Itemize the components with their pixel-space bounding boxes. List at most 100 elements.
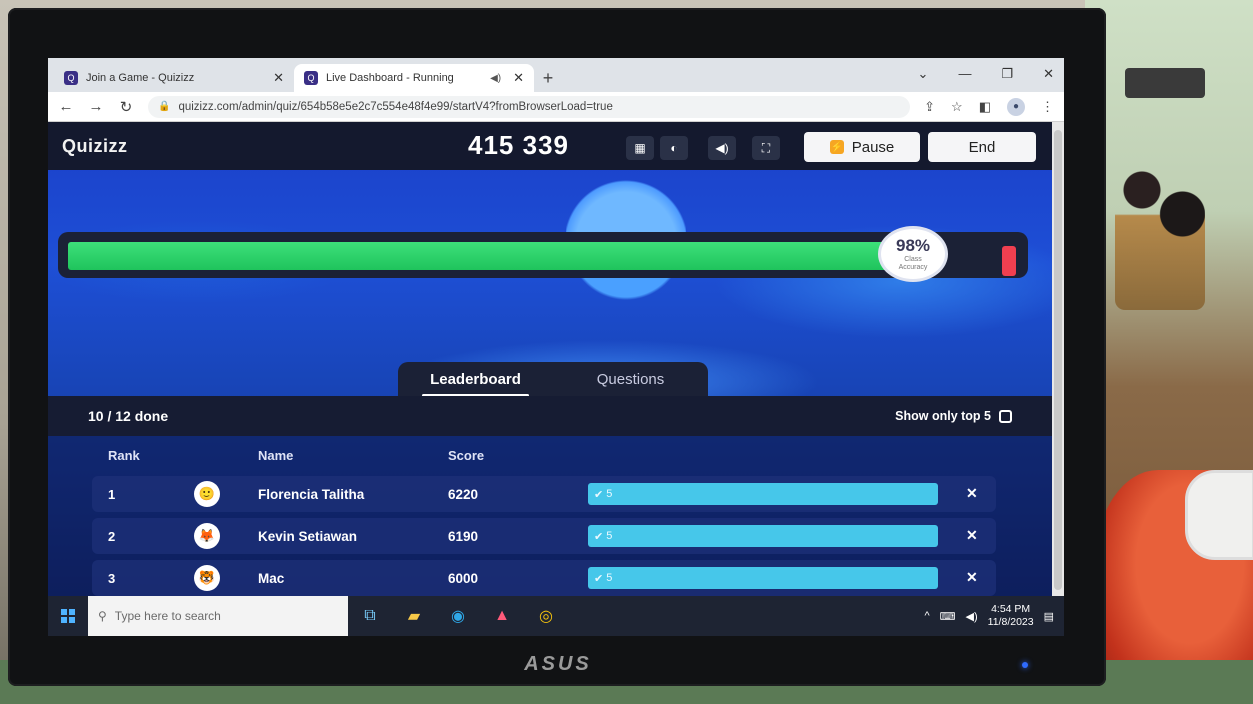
leaderboard-row[interactable]: 1 🙂 Florencia Talitha 6220 ✔ 5 ✕: [92, 476, 996, 512]
monitor-brand-logo: ASUS: [524, 653, 592, 675]
start-button[interactable]: [48, 596, 88, 636]
page-scrollbar[interactable]: [1052, 122, 1064, 596]
window-controls: ⌄ — ❐ ✕: [918, 66, 1054, 82]
task-view-icon[interactable]: ⧉: [348, 596, 392, 636]
player-score: 6220: [448, 487, 479, 502]
speaker-icon[interactable]: ◀): [490, 73, 501, 84]
correct-count: 5: [606, 572, 613, 584]
column-rank: Rank: [108, 448, 140, 463]
classroom-background: [1085, 0, 1253, 704]
back-arrow-icon[interactable]: ←: [58, 98, 74, 115]
students: [1115, 150, 1205, 310]
player-score: 6190: [448, 529, 479, 544]
bookmark-star-icon[interactable]: ☆: [951, 99, 963, 115]
show-top5-checkbox[interactable]: [999, 409, 1012, 423]
clock[interactable]: 4:54 PM 11/8/2023: [988, 603, 1034, 629]
remove-player-icon[interactable]: ✕: [966, 485, 978, 502]
share-icon[interactable]: ⇪: [924, 99, 935, 115]
quizizz-favicon-icon: Q: [304, 71, 318, 85]
sound-icon[interactable]: ◀): [708, 136, 736, 160]
accuracy-caption-2: Accuracy: [898, 264, 928, 271]
lock-icon[interactable]: 🔒: [158, 101, 170, 112]
end-button[interactable]: End: [928, 132, 1036, 162]
copy-icon[interactable]: ▦: [626, 136, 654, 160]
leaderboard-panel: 10 / 12 done Show only top 5 Rank Name S…: [48, 396, 1052, 596]
game-code: 415 339: [468, 130, 569, 160]
tab-join-game[interactable]: Q Join a Game - Quizizz ✕: [54, 64, 294, 92]
restore-icon[interactable]: ❐: [1001, 66, 1013, 82]
search-placeholder: Type here to search: [114, 609, 221, 623]
windows-logo-icon: [61, 609, 75, 623]
tab-live-dashboard[interactable]: Q Live Dashboard - Running ◀) ✕: [294, 64, 534, 92]
address-bar-actions: ⇪ ☆ ◧ ● ⋮: [924, 97, 1054, 116]
row-rank: 2: [108, 529, 116, 544]
tab-search-icon[interactable]: ⌄: [918, 66, 929, 82]
leaderboard-row[interactable]: 2 🦊 Kevin Setiawan 6190 ✔ 5 ✕: [92, 518, 996, 554]
profile-avatar-icon[interactable]: ●: [1007, 97, 1025, 116]
player-score: 6000: [448, 571, 479, 586]
menu-kebab-icon[interactable]: ⋮: [1041, 99, 1054, 115]
leaderboard-row[interactable]: 3 🐯 Mac 6000 ✔ 5 ✕: [92, 560, 996, 596]
side-panel-icon[interactable]: ◧: [979, 99, 991, 115]
tab-label: Live Dashboard - Running: [326, 72, 454, 84]
app-icon[interactable]: ▲: [480, 596, 524, 636]
tab-leaderboard[interactable]: Leaderboard: [398, 371, 553, 397]
taskbar-search[interactable]: ⚲ Type here to search: [88, 596, 348, 636]
tray-chevron-icon[interactable]: ^: [924, 610, 929, 622]
class-accuracy-badge: 98% Class Accuracy: [878, 226, 948, 282]
column-name: Name: [258, 448, 294, 463]
pause-button[interactable]: ⚡ Pause: [804, 132, 920, 162]
row-rank: 1: [108, 487, 116, 502]
fullscreen-icon[interactable]: ⛶: [752, 136, 780, 160]
close-window-icon[interactable]: ✕: [1043, 66, 1054, 82]
column-score: Score: [448, 448, 485, 463]
accuracy-caption-1: Class: [904, 256, 922, 263]
power-led: [1022, 662, 1028, 668]
url-text: quizizz.com/admin/quiz/654b58e5e2c7c554e…: [178, 100, 613, 113]
quizizz-favicon-icon: Q: [64, 71, 78, 85]
reload-icon[interactable]: ↻: [118, 98, 134, 116]
network-icon[interactable]: ⌨: [940, 610, 956, 623]
tab-questions[interactable]: Questions: [553, 371, 708, 388]
incorrect-progress-fill: [1002, 246, 1016, 276]
answer-progress-bar: ✔ 5: [588, 525, 938, 547]
answer-progress-bar: ✔ 5: [588, 483, 938, 505]
edge-icon[interactable]: ◉: [436, 596, 480, 636]
clock-date: 11/8/2023: [987, 616, 1034, 628]
browser-tab-bar: Q Join a Game - Quizizz ✕ Q Live Dashboa…: [48, 58, 1064, 92]
windows-taskbar: ⚲ Type here to search ⧉ ▰ ◉ ▲ ◎ ^ ⌨ ◀) 4…: [48, 596, 1064, 636]
forward-arrow-icon[interactable]: →: [88, 98, 104, 115]
player-avatar-icon: 🙂: [194, 481, 220, 507]
correct-count: 5: [606, 530, 613, 542]
scrollbar-thumb[interactable]: [1054, 130, 1062, 590]
player-avatar-icon: 🦊: [194, 523, 220, 549]
palette-icon[interactable]: ◐: [660, 136, 688, 160]
player-name: Florencia Talitha: [258, 487, 365, 502]
volume-icon[interactable]: ◀): [966, 610, 978, 623]
quizizz-logo: Quizizz: [62, 136, 128, 156]
accuracy-value: 98%: [895, 236, 931, 255]
show-top5-toggle[interactable]: Show only top 5: [895, 409, 1012, 423]
correct-count: 5: [606, 488, 613, 500]
plastic-cup: [1185, 470, 1253, 560]
correct-check-icon: ✔: [594, 572, 604, 585]
player-avatar-icon: 🐯: [194, 565, 220, 591]
close-tab-icon[interactable]: ✕: [513, 70, 524, 86]
minimize-icon[interactable]: —: [958, 66, 971, 82]
screen: Q Join a Game - Quizizz ✕ Q Live Dashboa…: [48, 58, 1064, 636]
dashboard-top-bar: Quizizz 415 339 ▦ ◐ ◀) ⛶ ⚡ Pause End: [48, 122, 1052, 170]
remove-player-icon[interactable]: ✕: [966, 569, 978, 586]
monitor: Q Join a Game - Quizizz ✕ Q Live Dashboa…: [8, 8, 1106, 686]
new-tab-button[interactable]: +: [534, 64, 562, 92]
url-field[interactable]: 🔒 quizizz.com/admin/quiz/654b58e5e2c7c55…: [148, 95, 911, 118]
dashboard-tabs: Leaderboard Questions: [398, 362, 708, 397]
pause-label: Pause: [851, 138, 895, 156]
remove-player-icon[interactable]: ✕: [966, 527, 978, 544]
chrome-icon[interactable]: ◎: [524, 596, 568, 636]
projector: [1125, 68, 1205, 98]
clock-time: 4:54 PM: [991, 603, 1031, 615]
close-tab-icon[interactable]: ✕: [273, 70, 284, 86]
tab-label: Join a Game - Quizizz: [86, 72, 195, 84]
notifications-icon[interactable]: ▤: [1044, 610, 1054, 623]
file-explorer-icon[interactable]: ▰: [392, 596, 436, 636]
